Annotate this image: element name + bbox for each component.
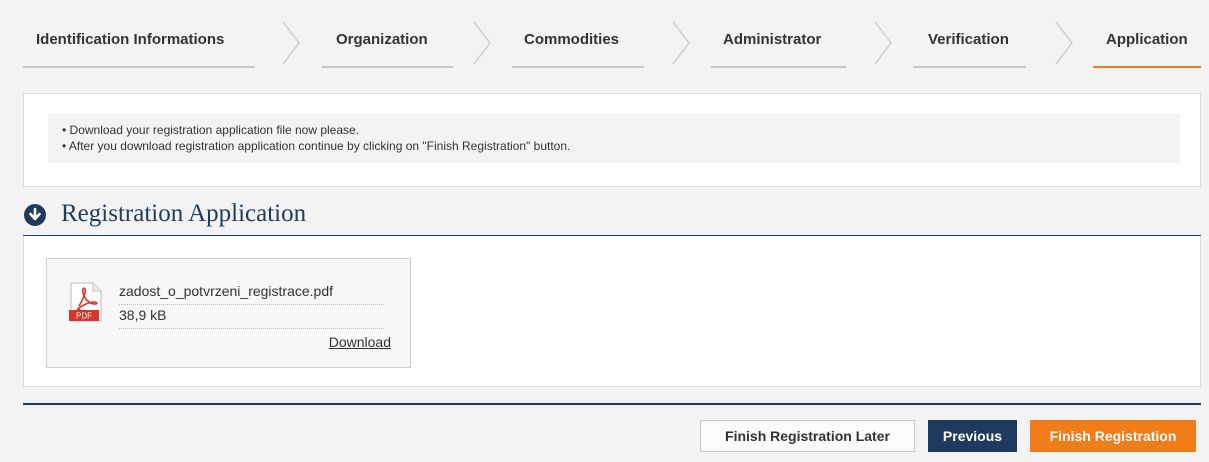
- file-panel: PDF zadost_o_potvrzeni_registrace.pdf 38…: [23, 236, 1201, 387]
- step-commodities[interactable]: Commodities: [524, 31, 619, 48]
- chevron-right-icon: [282, 21, 300, 65]
- download-link[interactable]: Download: [329, 334, 391, 350]
- step-commodities-underline: [512, 66, 644, 68]
- step-verification[interactable]: Verification: [928, 31, 1009, 48]
- step-administrator-underline: [711, 66, 846, 68]
- previous-button[interactable]: Previous: [928, 420, 1017, 452]
- info-line-download: • Download your registration application…: [62, 123, 360, 137]
- step-administrator[interactable]: Administrator: [723, 31, 821, 48]
- finish-registration-button[interactable]: Finish Registration: [1030, 420, 1196, 452]
- file-size: 38,9 kB: [119, 307, 384, 329]
- chevron-right-icon: [672, 21, 690, 65]
- chevron-right-icon: [473, 21, 491, 65]
- wizard-steps: Identification Informations Organization…: [0, 0, 1209, 80]
- arrow-down-circle-icon: [24, 204, 46, 226]
- chevron-right-icon: [1055, 21, 1073, 65]
- step-application-underline: [1093, 66, 1201, 68]
- section-title: Registration Application: [61, 200, 307, 227]
- info-line-continue: • After you download registration applic…: [62, 139, 571, 153]
- file-card: PDF zadost_o_potvrzeni_registrace.pdf 38…: [46, 258, 411, 368]
- step-identification[interactable]: Identification Informations: [36, 31, 224, 48]
- step-organization-underline: [322, 66, 453, 68]
- info-panel: • Download your registration application…: [23, 93, 1201, 187]
- step-verification-underline: [913, 66, 1026, 68]
- step-organization[interactable]: Organization: [336, 31, 428, 48]
- info-message: • Download your registration application…: [48, 114, 1180, 163]
- chevron-right-icon: [874, 21, 892, 65]
- step-identification-underline: [23, 66, 255, 68]
- file-name: zadost_o_potvrzeni_registrace.pdf: [119, 283, 384, 305]
- pdf-label: PDF: [76, 312, 92, 321]
- finish-later-button[interactable]: Finish Registration Later: [700, 420, 915, 452]
- pdf-file-icon: PDF: [69, 282, 102, 322]
- step-application[interactable]: Application: [1106, 31, 1188, 48]
- footer-divider: [23, 403, 1201, 405]
